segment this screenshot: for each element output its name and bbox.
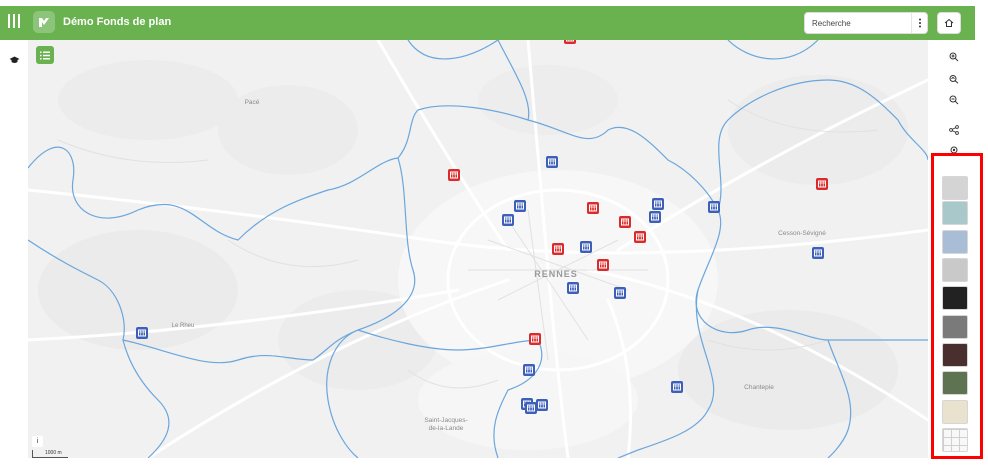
menu-bars-icon[interactable]	[8, 14, 24, 32]
blue-poi-marker[interactable]	[523, 364, 535, 376]
blue-poi-marker[interactable]	[502, 214, 514, 226]
share-icon[interactable]	[947, 123, 961, 137]
attribution-button[interactable]: i	[32, 436, 43, 447]
blue-poi-marker[interactable]	[812, 247, 824, 259]
blue-relief-basemap[interactable]	[942, 230, 968, 254]
list-icon[interactable]	[36, 46, 54, 64]
blue-poi-marker[interactable]	[525, 402, 537, 414]
place-label: Pacé	[245, 99, 260, 106]
app-header: Démo Fonds de plan	[0, 6, 975, 40]
dark-basemap[interactable]	[942, 286, 968, 310]
place-label: de-la-Lande	[429, 425, 464, 432]
home-icon[interactable]	[937, 12, 961, 34]
red-poi-marker[interactable]	[619, 216, 631, 228]
satellite-basemap[interactable]	[942, 371, 968, 395]
map-view[interactable]: Pacé RENNES Le Rheu Cesson-Sévigné Chantepie…	[28, 40, 928, 458]
zoom-in-icon[interactable]	[947, 50, 961, 64]
blue-poi-marker[interactable]	[580, 241, 592, 253]
search-input[interactable]	[805, 13, 909, 33]
land-cover	[28, 40, 928, 458]
basemap-selector	[931, 153, 983, 459]
scale-bar: 1000 m	[32, 450, 68, 458]
red-poi-marker[interactable]	[634, 231, 646, 243]
light-grey-basemap[interactable]	[942, 176, 968, 200]
search-box	[804, 12, 928, 34]
aerial-light-basemap[interactable]	[942, 201, 968, 225]
red-poi-marker[interactable]	[816, 178, 828, 190]
red-poi-marker[interactable]	[529, 333, 541, 345]
zoom-extent-icon[interactable]	[947, 72, 961, 86]
left-panel	[0, 40, 28, 465]
red-poi-marker[interactable]	[448, 169, 460, 181]
place-label: Le Rheu	[172, 323, 195, 329]
grey-relief-basemap[interactable]	[942, 315, 968, 339]
red-poi-marker[interactable]	[597, 259, 609, 271]
blue-poi-marker[interactable]	[536, 399, 548, 411]
page-title: Démo Fonds de plan	[63, 16, 172, 28]
blue-poi-marker[interactable]	[652, 198, 664, 210]
red-poi-marker[interactable]	[587, 202, 599, 214]
graduation-cap-icon[interactable]	[9, 51, 20, 69]
blue-poi-marker[interactable]	[671, 381, 683, 393]
map-canvas[interactable]: Pacé RENNES Le Rheu Cesson-Sévigné Chantepie…	[28, 40, 928, 458]
place-label: Cesson-Sévigné	[778, 230, 826, 237]
red-poi-marker[interactable]	[552, 243, 564, 255]
place-label: RENNES	[534, 269, 578, 279]
blue-poi-marker[interactable]	[614, 287, 626, 299]
grey-plan-basemap[interactable]	[942, 258, 968, 282]
blue-poi-marker[interactable]	[649, 211, 661, 223]
blue-poi-marker[interactable]	[546, 156, 558, 168]
place-label: Saint-Jacques-	[424, 417, 467, 424]
app-logo-icon	[33, 11, 55, 33]
zoom-out-icon[interactable]	[947, 93, 961, 107]
street-basemap[interactable]	[942, 400, 968, 424]
dark-colored-basemap[interactable]	[942, 343, 968, 367]
blue-poi-marker[interactable]	[567, 282, 579, 294]
red-poi-marker[interactable]	[564, 40, 576, 44]
blue-poi-marker[interactable]	[708, 201, 720, 213]
blue-poi-marker[interactable]	[514, 200, 526, 212]
grid-basemap[interactable]	[942, 428, 968, 452]
blue-poi-marker[interactable]	[136, 327, 148, 339]
more-vertical-icon[interactable]	[911, 13, 928, 33]
app-root: Démo Fonds de plan Recherche Pacé RENNES…	[0, 0, 988, 465]
place-label: Chantepie	[744, 384, 774, 391]
